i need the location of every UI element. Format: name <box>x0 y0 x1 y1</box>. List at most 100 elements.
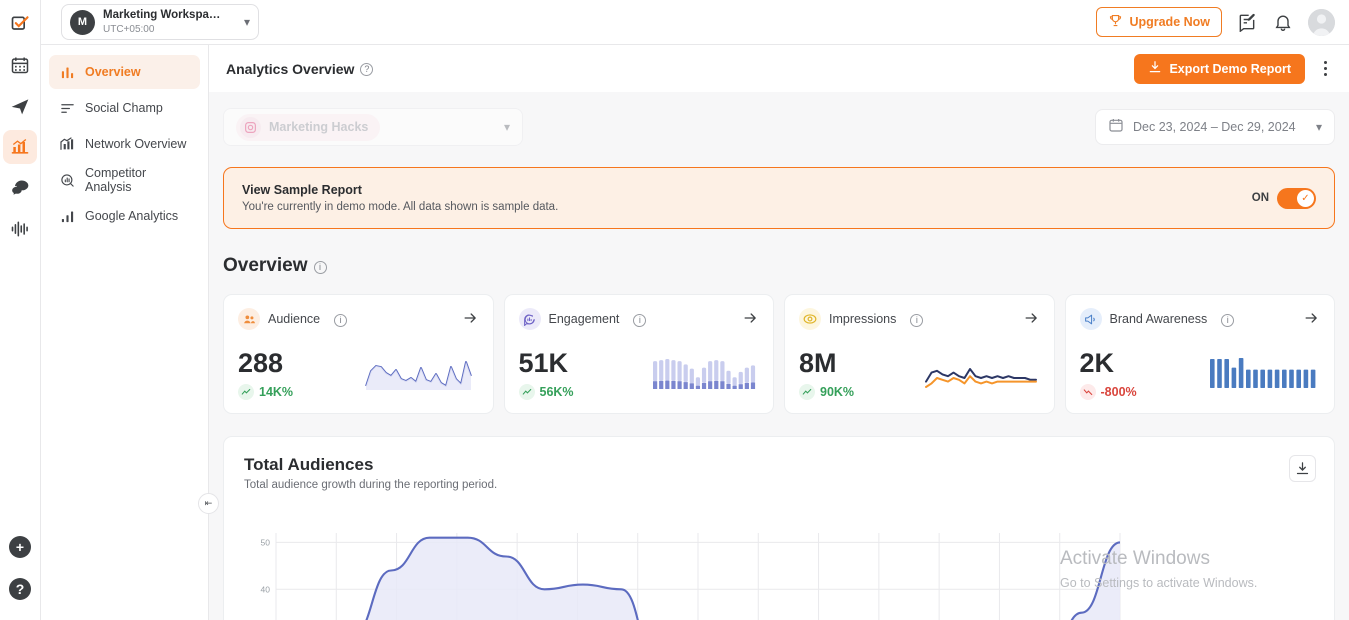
banner-title: View Sample Report <box>242 182 362 197</box>
bar-chart-icon <box>59 64 75 80</box>
kpi-delta: 14K% <box>238 384 293 400</box>
compose-icon[interactable] <box>1236 11 1258 33</box>
sidebar-item-label: Google Analytics <box>85 209 179 223</box>
chart-download-button[interactable] <box>1289 455 1316 482</box>
sidebar-item-label: Overview <box>85 65 141 79</box>
date-range-picker[interactable]: Dec 23, 2024 – Dec 29, 2024 ▾ <box>1095 109 1335 145</box>
impressions-icon <box>799 308 821 330</box>
sidebar-item-network-overview[interactable]: Network Overview <box>49 127 200 161</box>
date-range-text: Dec 23, 2024 – Dec 29, 2024 <box>1133 120 1296 134</box>
banner-toggle-group: ON ✓ <box>1251 187 1316 209</box>
workspace-avatar: M <box>70 9 95 35</box>
engagement-icon <box>518 308 541 330</box>
workspace-name: Marketing Workspa… <box>103 9 221 22</box>
monitor-icon[interactable] <box>3 212 37 246</box>
kpi-help-icon[interactable]: i <box>1221 313 1235 327</box>
sidebar: Overview Social Champ Network Overview C… <box>41 45 209 620</box>
kpi-delta: -800% <box>1079 384 1137 400</box>
banner-text: View Sample Report You're currently in d… <box>242 181 558 216</box>
total-audiences-plot: 304050 <box>244 511 1326 620</box>
kpi-card-engagement[interactable]: Engagement i 51K 56K% <box>503 294 774 414</box>
help-button[interactable]: ? <box>9 578 31 600</box>
kpi-card-audience[interactable]: Audience i 288 14K% <box>223 294 494 414</box>
workspace-text: Marketing Workspa… UTC+05:00 <box>103 8 240 35</box>
kpi-values: 2K -800% <box>1079 348 1137 400</box>
chevron-down-icon: ▾ <box>503 120 510 134</box>
arrow-right-icon[interactable] <box>742 310 759 329</box>
kpi-delta-value: 14K% <box>259 385 294 399</box>
top-bar: M Marketing Workspa… UTC+05:00 ▾ Upgrade… <box>41 0 1349 45</box>
publish-icon[interactable] <box>3 89 37 123</box>
trend-up-icon <box>518 384 535 400</box>
upgrade-now-button[interactable]: Upgrade Now <box>1096 7 1222 37</box>
kpi-delta-value: 90K% <box>820 385 855 399</box>
sidebar-item-competitor-analysis[interactable]: Competitor Analysis <box>49 163 200 197</box>
kpi-help-icon[interactable]: i <box>334 313 348 327</box>
sidebar-item-label: Competitor Analysis <box>85 166 147 194</box>
kpi-header: Brand Awareness i <box>1079 308 1321 330</box>
kpi-body: 51K 56K% <box>518 338 760 400</box>
magnify-chart-icon <box>59 172 75 188</box>
bell-icon[interactable] <box>1272 11 1294 33</box>
check-icon: ✓ <box>1297 189 1314 207</box>
profile-select[interactable]: Marketing Hacks ▾ <box>223 108 523 146</box>
sidebar-item-social-champ[interactable]: Social Champ <box>49 91 200 125</box>
trophy-icon <box>1108 13 1123 31</box>
arrow-right-icon[interactable] <box>1023 310 1040 329</box>
overview-section-header: Overview i <box>223 255 1335 277</box>
arrow-right-icon[interactable] <box>1303 310 1320 329</box>
kpi-delta-value: 56K% <box>539 385 574 399</box>
kpi-label: Impressions <box>829 312 897 326</box>
tasks-icon[interactable] <box>3 7 37 41</box>
svg-text:40: 40 <box>261 584 271 594</box>
kpi-delta: 90K% <box>799 384 854 400</box>
kpi-card-impressions[interactable]: Impressions i 8M 90K% <box>784 294 1055 414</box>
demo-mode-toggle[interactable]: ✓ <box>1277 187 1316 209</box>
impressions-sparkline <box>922 353 1040 400</box>
workspace-switcher[interactable]: M Marketing Workspa… UTC+05:00 ▾ <box>61 4 259 40</box>
kpi-label: Brand Awareness <box>1109 312 1208 326</box>
sidebar-item-google-analytics[interactable]: Google Analytics <box>49 199 200 233</box>
kpi-help-icon[interactable]: i <box>633 313 647 327</box>
kpi-delta: 56K% <box>518 384 574 400</box>
user-avatar[interactable] <box>1308 8 1335 36</box>
main-content: Marketing Hacks ▾ Dec 23, 2024 – Dec 29,… <box>209 92 1349 620</box>
overview-title: Overview <box>223 255 308 276</box>
add-button[interactable]: + <box>9 536 31 558</box>
engagement-sparkbars <box>651 353 759 400</box>
arrow-right-icon[interactable] <box>462 310 479 329</box>
inbox-icon[interactable] <box>3 171 37 205</box>
kpi-header: Impressions i <box>799 308 1040 330</box>
sidebar-item-overview[interactable]: Overview <box>49 55 200 89</box>
filter-row: Marketing Hacks ▾ Dec 23, 2024 – Dec 29,… <box>209 92 1349 146</box>
total-audiences-card: Total Audiences Total audience growth du… <box>223 436 1335 620</box>
page-title: Analytics Overview <box>226 60 355 77</box>
kpi-header: Audience i <box>238 308 479 330</box>
download-icon <box>1148 60 1162 77</box>
analytics-icon[interactable] <box>3 130 37 164</box>
kpi-card-brand-awareness[interactable]: Brand Awareness i 2K -800% <box>1064 294 1335 414</box>
sidebar-collapse-button[interactable]: ⇤ <box>198 493 219 514</box>
kpi-value: 2K <box>1079 348 1115 379</box>
trend-up-icon <box>799 384 815 400</box>
growth-chart-icon <box>59 136 75 152</box>
trend-down-icon <box>1079 384 1096 400</box>
brand-awareness-sparkbars <box>1208 353 1320 400</box>
chart-subtitle: Total audience growth during the reporti… <box>244 479 498 491</box>
page-title-help-icon[interactable]: ? <box>360 63 374 76</box>
icon-rail: + ? <box>0 0 41 620</box>
top-bar-actions: Upgrade Now <box>1096 7 1349 37</box>
more-vertical-icon[interactable] <box>1315 61 1335 76</box>
list-icon <box>59 100 75 116</box>
banner-subtitle: You're currently in demo mode. All data … <box>242 200 559 213</box>
toggle-state-label: ON <box>1251 192 1269 204</box>
kpi-help-icon[interactable]: i <box>910 313 924 327</box>
kpi-values: 8M 90K% <box>799 349 854 400</box>
kpi-body: 8M 90K% <box>799 338 1040 400</box>
kpi-values: 288 14K% <box>238 349 293 400</box>
calendar-icon[interactable] <box>3 48 37 82</box>
profile-pill: Marketing Hacks <box>236 113 381 141</box>
overview-help-icon[interactable]: i <box>313 260 327 274</box>
export-demo-report-button[interactable]: Export Demo Report <box>1134 53 1305 84</box>
page-header: Analytics Overview ? Export Demo Report <box>209 45 1349 92</box>
